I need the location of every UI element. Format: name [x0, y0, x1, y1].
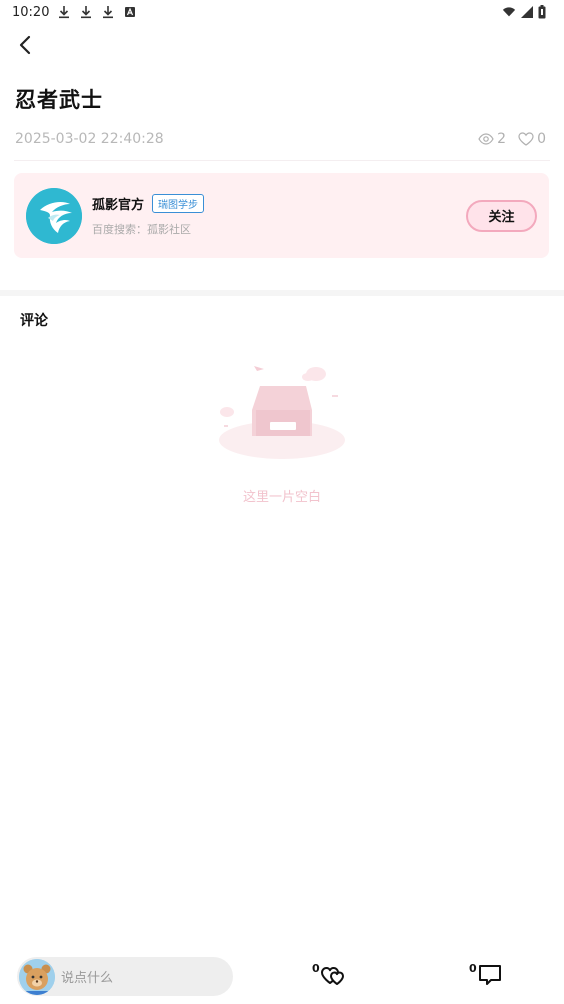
comment-input[interactable]: 说点什么 [17, 957, 233, 996]
empty-state-illustration [212, 362, 352, 466]
post-detail-page: 10:20 忍者武士 2025-03-02 22:40:28 2 0 孤影官方 … [0, 0, 564, 1004]
status-right [502, 5, 552, 19]
download-icon [79, 5, 93, 19]
battery-icon [538, 5, 552, 19]
comment-action-count: 0 [469, 962, 477, 975]
comment-input-placeholder: 说点什么 [61, 971, 114, 986]
chevron-left-icon [19, 35, 31, 55]
post-meta-row: 2025-03-02 22:40:28 2 0 [15, 128, 546, 150]
views-stat: 2 [478, 131, 506, 147]
hearts-like-icon [321, 967, 344, 985]
empty-box-icon [219, 366, 345, 459]
author-tag-badge: 瑞图学步 [152, 194, 205, 213]
wifi-icon [502, 5, 516, 19]
like-action-count: 0 [312, 962, 320, 975]
download-icon [101, 5, 115, 19]
status-left: 10:20 [12, 5, 137, 20]
download-icon [57, 5, 71, 19]
follow-button[interactable]: 关注 [466, 199, 537, 232]
user-avatar [19, 958, 55, 995]
like-action-button[interactable]: 0 [312, 960, 348, 990]
heart-icon [518, 132, 534, 146]
comments-section-title: 评论 [20, 313, 48, 329]
views-count: 2 [497, 131, 507, 147]
bottom-action-bar: 说点什么 0 0 [0, 950, 564, 1004]
post-datetime: 2025-03-02 22:40:28 [15, 131, 164, 147]
author-name-row: 孤影官方 瑞图学步 [92, 194, 205, 213]
author-avatar[interactable] [26, 187, 82, 244]
section-separator [0, 290, 564, 296]
likes-count: 0 [537, 131, 546, 147]
empty-state-text: 这里一片空白 [242, 490, 321, 505]
divider [14, 160, 550, 161]
eye-icon [478, 133, 494, 145]
back-button[interactable] [12, 32, 38, 58]
author-card[interactable]: 孤影官方 瑞图学步 百度搜索：孤影社区 关注 [14, 173, 549, 258]
status-bar: 10:20 [0, 0, 564, 24]
font-app-icon [123, 5, 137, 19]
shadow-logo-icon [26, 187, 82, 244]
cellular-signal-icon [520, 5, 534, 19]
author-name[interactable]: 孤影官方 [92, 194, 144, 213]
likes-stat[interactable]: 0 [518, 131, 546, 147]
comment-bubble-icon [479, 965, 501, 985]
post-stats: 2 0 [478, 131, 546, 147]
bear-avatar-icon [19, 958, 55, 995]
status-time: 10:20 [12, 4, 50, 20]
author-info: 孤影官方 瑞图学步 百度搜索：孤影社区 [92, 194, 205, 237]
author-subtitle: 百度搜索：孤影社区 [92, 223, 191, 236]
post-title: 忍者武士 [15, 88, 103, 112]
comment-action-button[interactable]: 0 [469, 960, 505, 990]
